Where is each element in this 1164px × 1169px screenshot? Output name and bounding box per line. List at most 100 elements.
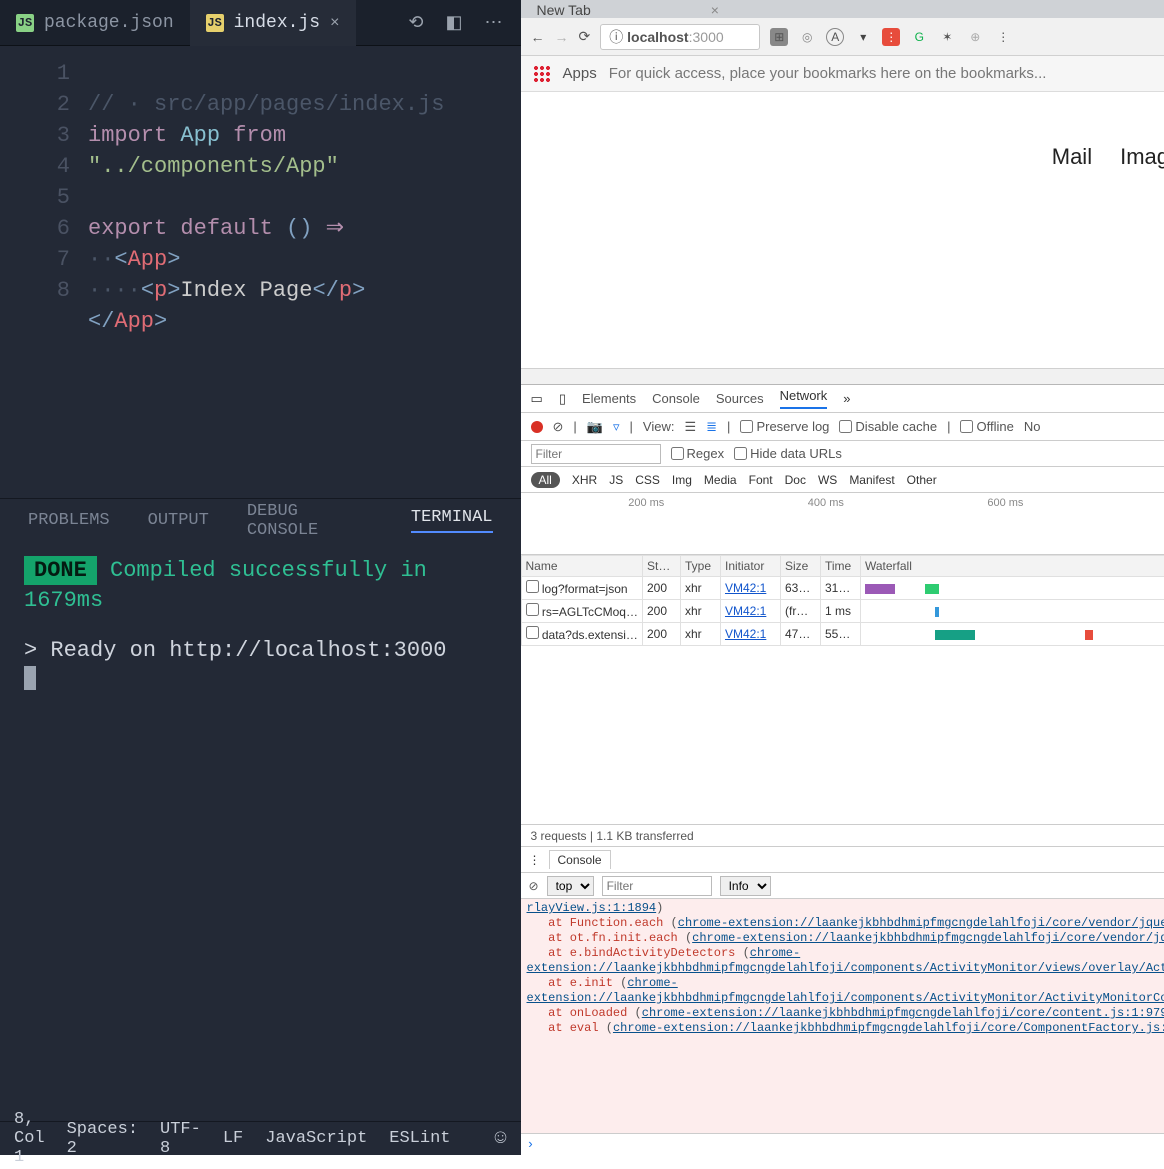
feedback-icon[interactable]: ☺ — [495, 1127, 507, 1150]
extension-icon[interactable]: ⊕ — [966, 28, 984, 46]
type-filter-xhr[interactable]: XHR — [572, 473, 597, 487]
editor-tab-index-js[interactable]: JS index.js × — [190, 0, 356, 46]
extension-icon[interactable]: A — [826, 28, 844, 46]
code-content[interactable]: // · src/app/pages/index.js import App f… — [88, 46, 521, 498]
drawer-tabs: ⋮ Console × — [521, 847, 1164, 873]
apps-icon[interactable] — [533, 65, 551, 83]
site-info-icon[interactable]: ⓘ — [609, 27, 623, 47]
row-checkbox[interactable] — [526, 580, 539, 593]
encoding[interactable]: UTF-8 — [160, 1120, 201, 1158]
type-filter-font[interactable]: Font — [749, 473, 773, 487]
eslint-status[interactable]: ESLint — [389, 1129, 450, 1148]
col-time[interactable]: Time — [820, 556, 860, 577]
throttling-label[interactable]: No — [1024, 419, 1041, 434]
filter-icon[interactable]: ▿ — [613, 419, 620, 435]
terminal-cursor — [24, 666, 36, 690]
extension-icon[interactable]: ◎ — [798, 28, 816, 46]
context-select[interactable]: top — [547, 876, 594, 896]
type-filter-media[interactable]: Media — [704, 473, 737, 487]
indent-setting[interactable]: Spaces: 2 — [67, 1120, 138, 1158]
waterfall-view-icon[interactable]: ≣ — [706, 419, 717, 435]
col-type[interactable]: Type — [680, 556, 720, 577]
type-filter-all[interactable]: All — [531, 472, 560, 488]
type-filter-other[interactable]: Other — [907, 473, 937, 487]
panel-tab-debug-console[interactable]: DEBUG CONSOLE — [247, 502, 373, 540]
split-editor-icon[interactable]: ◧ — [446, 12, 463, 34]
row-checkbox[interactable] — [526, 626, 539, 639]
type-filter-manifest[interactable]: Manifest — [849, 473, 894, 487]
type-filter-js[interactable]: JS — [609, 473, 623, 487]
panel-tab-problems[interactable]: PROBLEMS — [28, 511, 110, 530]
url-input[interactable]: ⓘ localhost:3000 — [600, 24, 760, 50]
browser-tab-title[interactable]: New Tab — [537, 2, 591, 18]
tab-close-icon[interactable]: × — [711, 2, 719, 18]
network-filter-input[interactable] — [531, 444, 661, 464]
code-editor[interactable]: 12345678 // · src/app/pages/index.js imp… — [0, 46, 521, 498]
editor-tab-package-json[interactable]: JS package.json — [0, 0, 190, 46]
network-type-filters: All XHR JS CSS Img Media Font Doc WS Man… — [521, 467, 1164, 493]
type-filter-doc[interactable]: Doc — [785, 473, 806, 487]
level-select[interactable]: Info — [720, 876, 771, 896]
more-tabs-icon[interactable]: » — [843, 391, 850, 406]
col-waterfall[interactable]: Waterfall — [860, 556, 1164, 577]
vscode-window: JS package.json JS index.js × ⟲ ◧ ⋯ 1234… — [0, 0, 521, 1155]
capture-screenshots-icon[interactable]: 📷 — [587, 419, 603, 435]
mail-link[interactable]: Mail — [1052, 144, 1092, 170]
network-timeline[interactable]: 200 ms 400 ms 600 ms 800 ms 1000 ms — [521, 493, 1164, 555]
open-changes-icon[interactable]: ⟲ — [408, 12, 423, 34]
type-filter-img[interactable]: Img — [672, 473, 692, 487]
regex-checkbox[interactable]: Regex — [671, 446, 725, 461]
hide-data-urls-checkbox[interactable]: Hide data URLs — [734, 446, 842, 461]
col-size[interactable]: Size — [780, 556, 820, 577]
apps-label[interactable]: Apps — [563, 65, 597, 82]
network-row[interactable]: data?ds.extensi…200xhrVM42:147…55… — [521, 623, 1164, 646]
row-checkbox[interactable] — [526, 603, 539, 616]
devtools-tab-sources[interactable]: Sources — [716, 391, 764, 406]
eol[interactable]: LF — [223, 1129, 243, 1148]
chrome-menu-icon[interactable]: ⋮ — [994, 28, 1012, 46]
more-icon[interactable]: ⋯ — [485, 12, 503, 34]
list-view-icon[interactable]: ☰ — [684, 419, 696, 435]
console-filter-input[interactable] — [602, 876, 712, 896]
device-icon[interactable]: ▯ — [559, 391, 566, 407]
pocket-icon[interactable]: ▾ — [854, 28, 872, 46]
reload-button[interactable]: ⟳ — [579, 28, 591, 45]
panel-tab-terminal[interactable]: TERMINAL — [411, 508, 493, 533]
extension-icon[interactable]: ⊞ — [770, 28, 788, 46]
inspect-icon[interactable]: ▭ — [531, 391, 543, 407]
devtools-tab-elements[interactable]: Elements — [582, 391, 636, 406]
horizontal-scrollbar[interactable] — [521, 368, 1164, 384]
back-button[interactable]: ← — [531, 29, 545, 45]
col-name[interactable]: Name — [521, 556, 642, 577]
cursor-position[interactable]: 8, Col 1 — [14, 1110, 45, 1167]
close-icon[interactable]: × — [330, 14, 340, 32]
devtools-tab-network[interactable]: Network — [780, 388, 828, 409]
record-button[interactable] — [531, 421, 543, 433]
panel-tab-output[interactable]: OUTPUT — [148, 511, 209, 530]
network-row[interactable]: rs=AGLTcCMoq…200xhrVM42:1(fr…1 ms — [521, 600, 1164, 623]
extension-icon[interactable]: ✶ — [938, 28, 956, 46]
col-initiator[interactable]: Initiator — [720, 556, 780, 577]
col-status[interactable]: St… — [642, 556, 680, 577]
type-filter-ws[interactable]: WS — [818, 473, 837, 487]
language-mode[interactable]: JavaScript — [265, 1129, 367, 1148]
clear-console-icon[interactable]: ⊘ — [529, 879, 539, 893]
drawer-menu-icon[interactable]: ⋮ — [529, 853, 541, 867]
images-link[interactable]: Images — [1120, 144, 1164, 170]
disable-cache-checkbox[interactable]: Disable cache — [839, 419, 937, 434]
drawer-tab-console[interactable]: Console — [549, 850, 611, 869]
preserve-log-checkbox[interactable]: Preserve log — [740, 419, 829, 434]
clear-icon[interactable]: ⊘ — [553, 419, 564, 435]
grammarly-icon[interactable]: G — [910, 28, 928, 46]
network-row[interactable]: log?format=json200xhrVM42:163…31… — [521, 577, 1164, 600]
terminal[interactable]: DONE Compiled successfully in 1679ms > R… — [0, 542, 521, 1121]
extension-icon[interactable]: ⋮ — [882, 28, 900, 46]
console-prompt[interactable]: › — [521, 1133, 1164, 1155]
tab-label: index.js — [234, 13, 320, 33]
network-summary: 3 requests | 1.1 KB transferred — [521, 825, 1164, 847]
devtools-tab-console[interactable]: Console — [652, 391, 700, 406]
forward-button[interactable]: → — [555, 29, 569, 45]
offline-checkbox[interactable]: Offline — [960, 419, 1013, 434]
console-output[interactable]: rlayView.js:1:1894) at Function.each (ch… — [521, 899, 1164, 1133]
type-filter-css[interactable]: CSS — [635, 473, 660, 487]
